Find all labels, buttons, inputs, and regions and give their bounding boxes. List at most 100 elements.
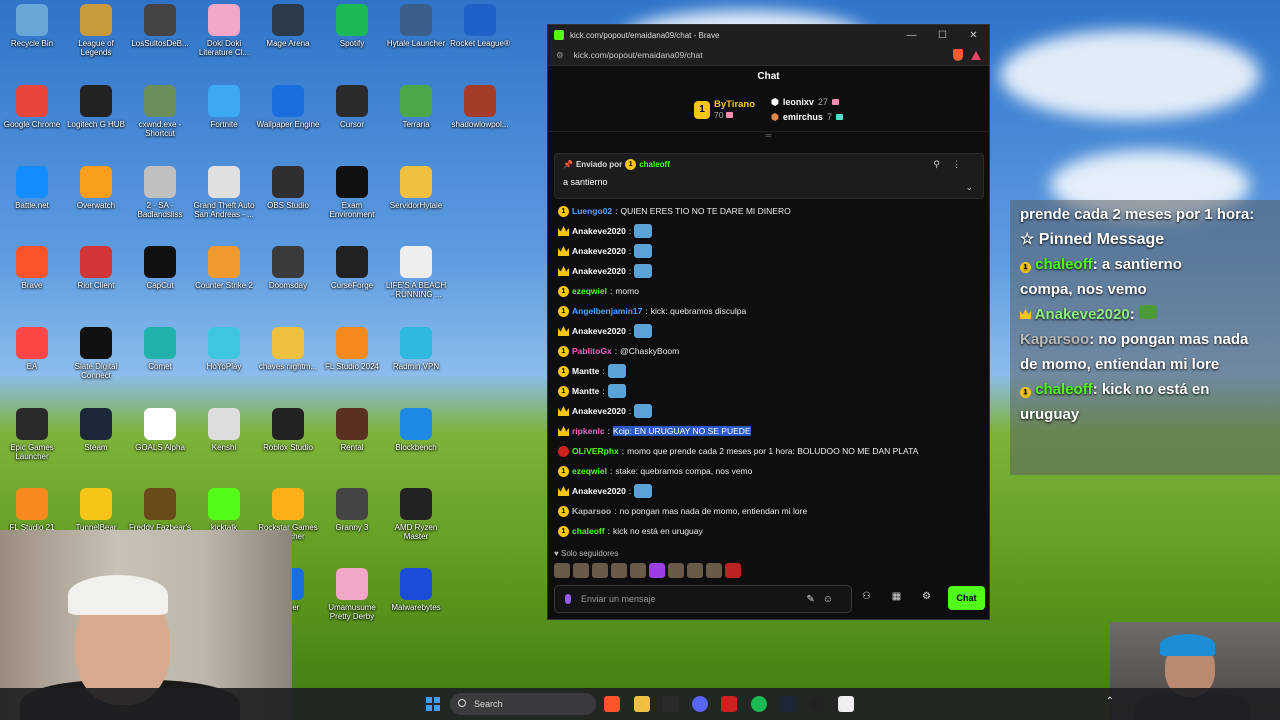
desktop-icon[interactable]: Kenshi bbox=[192, 408, 256, 452]
chat-username[interactable]: OLiVERphx bbox=[572, 446, 619, 456]
send-chat-button[interactable]: Chat bbox=[948, 586, 985, 610]
chat-username[interactable]: Mantte bbox=[572, 386, 599, 396]
chat-message[interactable]: 1 PablitoGx: @ChaskyBoom bbox=[558, 341, 978, 361]
minimize-button[interactable]: — bbox=[896, 30, 927, 41]
chat-username[interactable]: ripkenlc bbox=[572, 426, 605, 436]
desktop-icon[interactable]: Epic Games Launcher bbox=[0, 408, 64, 461]
desktop-icon[interactable]: Mage Arena bbox=[256, 4, 320, 48]
chat-tools[interactable]: ⚇ ▦ ⚙ bbox=[862, 591, 940, 602]
desktop-icon[interactable]: 2 - SA - Badlandsliss bbox=[128, 166, 192, 219]
desktop-icon[interactable]: shadowlowpol... bbox=[448, 85, 512, 129]
desktop-icon[interactable]: Logitech G HUB bbox=[64, 85, 128, 129]
desktop-icon[interactable]: Radmin VPN bbox=[384, 327, 448, 371]
brave-shield-icon[interactable] bbox=[953, 49, 963, 61]
discord-icon[interactable] bbox=[692, 696, 708, 712]
brave-rewards-icon[interactable] bbox=[971, 50, 981, 60]
desktop-icon[interactable]: Rental bbox=[320, 408, 384, 452]
desktop-icon[interactable]: Grand Theft Auto San Andreas - ... bbox=[192, 166, 256, 219]
chat-message[interactable]: 1 Mantte: bbox=[558, 381, 978, 401]
chat-message[interactable]: 1 Luengo02: QUIEN ERES TIO NO TE DARE MI D… bbox=[558, 201, 978, 221]
app-taskbar-icon[interactable] bbox=[809, 696, 825, 712]
chat-username[interactable]: PablitoGx bbox=[572, 346, 612, 356]
emote-icon[interactable] bbox=[649, 563, 665, 578]
spotify-taskbar-icon[interactable] bbox=[751, 696, 767, 712]
desktop-icon[interactable]: LosSultosDeB... bbox=[128, 4, 192, 48]
leader-second[interactable]: ⬢ leonixv 27 bbox=[771, 97, 843, 108]
pinned-user[interactable]: chaleoff bbox=[639, 160, 670, 169]
taskbar-search[interactable]: Search bbox=[450, 693, 596, 715]
desktop-icon[interactable]: EA bbox=[0, 327, 64, 371]
chat-username[interactable]: Anakeve2020 bbox=[572, 326, 626, 336]
chat-username[interactable]: Mantte bbox=[572, 366, 599, 376]
desktop-icon[interactable]: Granny 3 bbox=[320, 488, 384, 532]
app-taskbar-icon[interactable] bbox=[838, 696, 854, 712]
chat-username[interactable]: Anakeve2020 bbox=[572, 266, 626, 276]
chat-message[interactable]: Anakeve2020: bbox=[558, 241, 978, 261]
maximize-button[interactable]: ☐ bbox=[927, 30, 958, 41]
emote-icon[interactable] bbox=[611, 563, 627, 578]
desktop-icon[interactable]: Riot Client bbox=[64, 246, 128, 290]
emote-icon[interactable] bbox=[554, 563, 570, 578]
chat-username[interactable]: Luengo02 bbox=[572, 206, 612, 216]
desktop-icon[interactable]: Doki Doki Literature Cl... bbox=[192, 4, 256, 57]
emote-icon[interactable] bbox=[706, 563, 722, 578]
desktop-icon[interactable]: HoYoPlay bbox=[192, 327, 256, 371]
chat-message[interactable]: Anakeve2020: bbox=[558, 481, 978, 501]
desktop-icon[interactable]: Battle.net bbox=[0, 166, 64, 210]
address-bar[interactable]: ⚙ kick.com/popout/emaidana09/chat bbox=[548, 45, 989, 66]
chat-message[interactable]: Anakeve2020: bbox=[558, 261, 978, 281]
chat-username[interactable]: Anakeve2020 bbox=[572, 226, 626, 236]
cursor-taskbar-icon[interactable] bbox=[663, 696, 679, 712]
emote-icon[interactable] bbox=[687, 563, 703, 578]
input-tools-icon[interactable]: ✎☺ bbox=[806, 594, 841, 605]
desktop-icon[interactable]: Overwatch bbox=[64, 166, 128, 210]
desktop-icon[interactable]: ServidorHytale bbox=[384, 166, 448, 210]
emote-icon[interactable] bbox=[573, 563, 589, 578]
emote-icon[interactable] bbox=[630, 563, 646, 578]
desktop-icon[interactable]: Blockbench bbox=[384, 408, 448, 452]
desktop-icon[interactable]: Doomsday bbox=[256, 246, 320, 290]
chat-message[interactable]: 1 chaleoff: kick no está en uruguay bbox=[558, 521, 978, 541]
chat-message[interactable]: OLiVERphx: momo que prende cada 2 meses p… bbox=[558, 441, 978, 461]
desktop-icon[interactable]: Rocket League® bbox=[448, 4, 512, 48]
chat-message[interactable]: ripkenlc: Kcip: EN URUGUAY NO SE PUEDE bbox=[558, 421, 978, 441]
desktop-icon[interactable]: Comet bbox=[128, 327, 192, 371]
desktop-icon[interactable]: Hytale Launcher bbox=[384, 4, 448, 48]
desktop-icon[interactable]: Umamusume Pretty Derby bbox=[320, 568, 384, 621]
chat-username[interactable]: chaleoff bbox=[572, 526, 605, 536]
chat-message[interactable]: Anakeve2020: bbox=[558, 221, 978, 241]
chat-username[interactable]: ezeqwiel bbox=[572, 466, 607, 476]
desktop-icon[interactable]: Recycle Bin bbox=[0, 4, 64, 48]
start-button-icon[interactable] bbox=[426, 697, 440, 711]
desktop-icon[interactable]: Google Chrome bbox=[0, 85, 64, 129]
desktop-icon[interactable]: chaves nightm... bbox=[256, 327, 320, 371]
chevron-up-icon[interactable]: ⌃ bbox=[1106, 696, 1114, 707]
search-label[interactable]: Search bbox=[474, 699, 503, 709]
chat-username[interactable]: Kaparsoo bbox=[572, 506, 611, 516]
desktop-icon[interactable]: Cursor bbox=[320, 85, 384, 129]
chat-message[interactable]: Anakeve2020: bbox=[558, 321, 978, 341]
close-button[interactable]: ✕ bbox=[958, 30, 989, 41]
desktop-icon[interactable]: Exam Environment bbox=[320, 166, 384, 219]
desktop-icon[interactable]: Spotify bbox=[320, 4, 384, 48]
pinned-message[interactable]: 📌 Enviado por 1 chaleoff a santierno ⚲⋮ … bbox=[554, 153, 984, 199]
chat-username[interactable]: Anakeve2020 bbox=[572, 246, 626, 256]
desktop-icon[interactable]: LIFE'S A BEACH - RUNNING ... bbox=[384, 246, 448, 299]
site-settings-icon[interactable]: ⚙ bbox=[556, 50, 564, 61]
desktop-icon[interactable]: TunnelBear bbox=[64, 488, 128, 532]
leader-first[interactable]: 1 ByTirano 70 bbox=[694, 99, 755, 120]
chat-username[interactable]: ezeqwiel bbox=[572, 286, 607, 296]
desktop-icon[interactable]: OBS Studio bbox=[256, 166, 320, 210]
chat-username[interactable]: Anakeve2020 bbox=[572, 406, 626, 416]
desktop-icon[interactable]: Roblox Studio bbox=[256, 408, 320, 452]
mic-icon[interactable] bbox=[565, 594, 571, 604]
desktop-icon[interactable]: Terraria bbox=[384, 85, 448, 129]
chat-message[interactable]: 1 Angelbenjamin17: kick: quebramos disculp… bbox=[558, 301, 978, 321]
desktop-icon[interactable]: cxwnd.exe - Shortcut bbox=[128, 85, 192, 138]
chat-message[interactable]: 1 Kaparsoo: no pongan mas nada de momo, en… bbox=[558, 501, 978, 521]
desktop-icon[interactable]: Wallpaper Engine bbox=[256, 85, 320, 129]
desktop-icon[interactable]: Malwarebytes bbox=[384, 568, 448, 612]
chat-message[interactable]: 1 ezeqwiel: momo bbox=[558, 281, 978, 301]
emote-icon[interactable] bbox=[592, 563, 608, 578]
chat-input[interactable]: Enviar un mensaje ✎☺ bbox=[554, 585, 852, 613]
